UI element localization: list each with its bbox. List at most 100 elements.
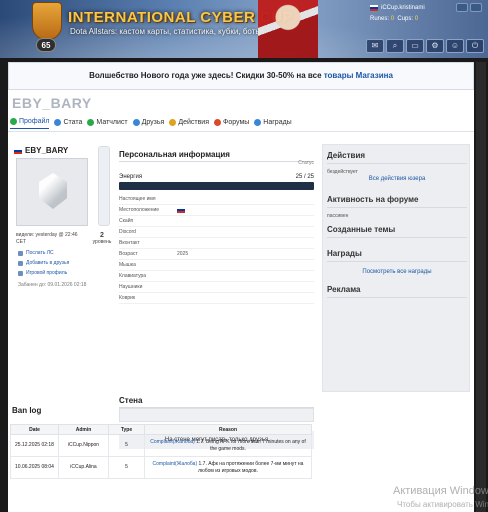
page-scrollbar[interactable] — [476, 62, 486, 512]
cart-icon[interactable]: ▭ — [406, 39, 424, 53]
energy-label: Энергия — [119, 174, 143, 180]
windows-activation-watermark: Активация Windows — [393, 485, 488, 497]
exit-icon[interactable]: ⏻ — [466, 39, 484, 53]
info-row-keyboard: Клавиатура — [119, 271, 314, 282]
promo-text: Волшебство Нового года уже здесь! Скидки… — [89, 71, 324, 80]
column-header-admin: Admin — [58, 424, 109, 435]
flag-icon — [370, 5, 378, 11]
main-content: Волшебство Нового года уже здесь! Скидки… — [8, 62, 474, 512]
awards-icon — [254, 118, 262, 126]
site-subtitle: Dota Allstars: кастом карты, статистика,… — [70, 27, 262, 36]
profile-card-name: EBY_BARY — [25, 146, 69, 155]
status-label: Статус — [298, 160, 314, 166]
energy-value: 25 / 25 — [295, 174, 314, 180]
right-sidebar: Действия бездействует Все действия юзера… — [322, 144, 470, 392]
menu-icon[interactable] — [470, 3, 482, 12]
info-row-age: Возраст 2025 — [119, 249, 314, 260]
flag-icon — [14, 147, 22, 154]
avatar — [16, 158, 88, 226]
info-table: Настоящее имя Местоположение Скайп Disco… — [119, 194, 314, 304]
windows-activation-subtext: Чтобы активировать Windows — [397, 500, 488, 509]
info-row-headphones: Наушники — [119, 282, 314, 293]
search-icon[interactable]: ⌕ — [386, 39, 404, 53]
site-banner: 65 INTERNATIONAL CYBER CUP Dota Allstars… — [0, 0, 488, 58]
ban-type: 5 — [108, 456, 145, 479]
actions-status: бездействует — [327, 169, 358, 175]
page-title: EBY_BARY — [12, 95, 92, 111]
ban-type: 5 — [108, 434, 145, 457]
add-friend-link[interactable]: Добавить в друзья — [18, 260, 69, 266]
forum-activity-status: пассивен — [327, 213, 349, 219]
tab-friends[interactable]: Друзья — [132, 115, 164, 129]
ban-reason: Complaint(Жалоба) 1.7. Being AFK for mor… — [144, 434, 312, 457]
avatar-side-panel — [98, 146, 110, 226]
divider — [327, 297, 467, 298]
friends-icon — [132, 118, 140, 126]
matchlist-icon — [87, 118, 95, 126]
promo-banner: Волшебство Нового года уже здесь! Скидки… — [8, 62, 474, 90]
info-row-mousepad: Коврик — [119, 293, 314, 304]
banned-until: Забанен до: 09.01.2026 02:18 — [18, 282, 87, 288]
promo-shop-link[interactable]: товары Магазина — [324, 71, 393, 80]
all-awards-link[interactable]: Посмотреть все награды — [323, 269, 471, 275]
actions-icon — [169, 118, 177, 126]
ban-date: 25.12.2025 02:18 — [10, 434, 59, 457]
stats-icon — [54, 118, 62, 126]
banlog-header-row: Date Admin Type Reason — [10, 424, 312, 435]
tab-awards[interactable]: Награды — [254, 115, 292, 129]
complaint-link[interactable]: Complaint(Жалоба) — [153, 461, 198, 467]
level-display: 2 уровень — [92, 232, 112, 246]
ads-title: Реклама — [327, 285, 361, 294]
divider — [327, 163, 467, 164]
user-panel: iCCup.kristinami Runes: 0 Cups: 0 ✉ ⌕ ▭ … — [366, 3, 484, 55]
banlog-title: Ban log — [12, 406, 42, 415]
personal-info-title: Персональная информация — [119, 150, 314, 162]
table-row: 10.06.2025 08:04 iCCup.Alina 5 Complaint… — [10, 456, 312, 479]
complaint-link[interactable]: Complaint(Жалоба) — [150, 439, 195, 445]
mail-icon[interactable]: ✉ — [366, 39, 384, 53]
tab-profile[interactable]: Профайл — [10, 115, 50, 129]
profile-card: EBY_BARY видели: yesterday @ 22:46 CET 2… — [14, 146, 116, 301]
notifications-icon[interactable] — [456, 3, 468, 12]
divider — [327, 207, 467, 208]
all-actions-link[interactable]: Все действия юзера — [323, 176, 471, 182]
settings-icon[interactable]: ⚙ — [426, 39, 444, 53]
column-header-type: Type — [108, 424, 145, 435]
info-row-real-name: Настоящее имя — [119, 194, 314, 205]
send-message-link[interactable]: Послать ЛС — [18, 250, 54, 256]
tabs-divider — [8, 131, 474, 132]
column-header-reason: Reason — [144, 424, 312, 435]
ban-date: 10.06.2025 08:04 — [10, 456, 59, 479]
ban-admin: iCCup.Nippon — [58, 434, 109, 457]
level-value: 2 — [100, 232, 104, 239]
energy-row: Энергия 25 / 25 — [119, 174, 314, 180]
ban-admin: iCCup.Alina — [58, 456, 109, 479]
info-row-skype: Скайп — [119, 216, 314, 227]
forums-icon — [214, 118, 221, 126]
personal-info-section: Персональная информация Статус Энергия 2… — [119, 150, 314, 449]
awards-title: Награды — [327, 249, 362, 258]
info-row-vk: Вконтакт — [119, 238, 314, 249]
divider — [327, 261, 467, 262]
logo-icon[interactable] — [32, 2, 62, 40]
profile-icon — [10, 118, 17, 125]
energy-bar-fill — [119, 182, 314, 190]
divider — [327, 237, 467, 238]
created-topics-title: Созданные темы — [327, 225, 396, 234]
current-username[interactable]: iCCup.kristinami — [381, 5, 425, 11]
tab-stats[interactable]: Стата — [54, 115, 82, 129]
last-seen: видели: yesterday @ 22:46 CET — [16, 232, 78, 245]
currency-row: Runes: 0 Cups: 0 — [370, 16, 419, 22]
tab-actions[interactable]: Действия — [169, 115, 209, 129]
flag-icon — [177, 207, 185, 213]
santa-girl-illustration — [258, 0, 318, 58]
user-icon[interactable]: ☺ — [446, 39, 464, 53]
mail-icon — [18, 250, 23, 256]
tab-matchlist[interactable]: Матчлист — [87, 115, 128, 129]
game-profile-link[interactable]: Игровой профиль — [18, 270, 67, 276]
level-label: уровень — [92, 239, 112, 245]
profile-tabs: Профайл Стата Матчлист Друзья Действия Ф… — [10, 115, 292, 129]
tab-forums[interactable]: Форумы — [214, 115, 249, 129]
info-row-mouse: Мышка — [119, 260, 314, 271]
wall-input[interactable] — [119, 408, 314, 422]
